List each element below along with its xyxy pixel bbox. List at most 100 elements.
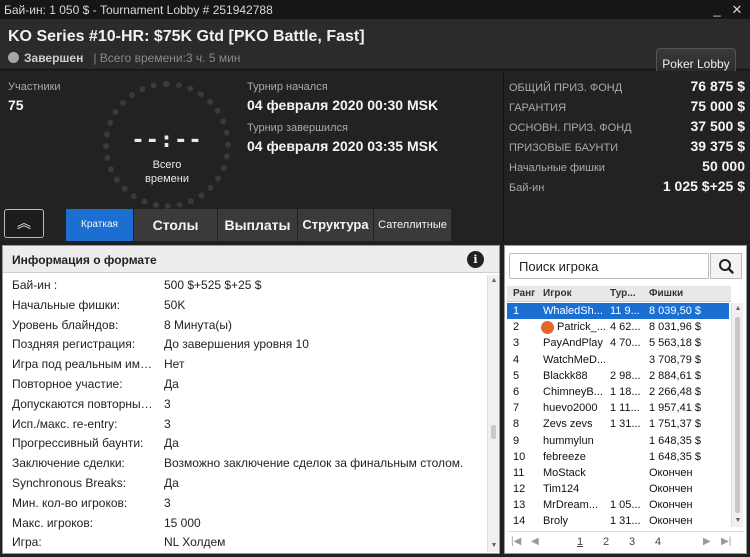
close-button[interactable]: ✕ bbox=[727, 0, 747, 20]
player-rank: 3 bbox=[513, 337, 520, 350]
format-row: Игра под реальным имен... Нет bbox=[3, 354, 487, 374]
clock-label-line2: времени bbox=[145, 173, 189, 185]
format-label: Поздняя регистрация: bbox=[12, 337, 136, 352]
tab-structure[interactable]: Структура bbox=[298, 209, 374, 241]
format-label: Исп./макс. re-entry: bbox=[12, 416, 118, 431]
format-value: 3 bbox=[164, 495, 171, 510]
page-3[interactable]: 3 bbox=[629, 536, 635, 548]
format-label: Мин. кол-во игроков: bbox=[12, 495, 128, 510]
players-table-header: Ранг Игрок Тур... Фишки bbox=[507, 286, 731, 302]
player-tour: 1 11... bbox=[610, 402, 640, 415]
info-icon[interactable]: i bbox=[467, 251, 484, 268]
player-row[interactable]: 10 febreeze 1 648,35 $ bbox=[507, 449, 729, 465]
player-row[interactable]: 2 Patrick_... 4 62... 8 031,96 $ bbox=[507, 319, 729, 335]
format-label: Игра: bbox=[12, 535, 42, 550]
player-row[interactable]: 7 huevo2000 1 11... 1 957,41 $ bbox=[507, 400, 729, 416]
prize-row: ОСНОВН. ПРИЗ. ФОНД 37 500 $ bbox=[509, 118, 745, 138]
player-name: WhaledSh... bbox=[543, 305, 603, 317]
format-value: Возможно заключение сделок за финальным … bbox=[164, 456, 464, 471]
player-rank: 11 bbox=[513, 466, 525, 479]
page-1[interactable]: 1 bbox=[577, 536, 583, 548]
player-row[interactable]: 11 MoStack Окончен bbox=[507, 465, 729, 481]
tournament-lobby-window: Бай-ин: 1 050 $ - Tournament Lobby # 251… bbox=[0, 0, 750, 557]
format-label: Допускаются повторные ... bbox=[12, 396, 158, 411]
player-row[interactable]: 12 Tim124 Окончен bbox=[507, 481, 729, 497]
prize-value: 1 025 $+25 $ bbox=[662, 178, 745, 194]
collapse-button[interactable]: ︽ bbox=[4, 209, 44, 238]
prize-row: Бай-ин 1 025 $+25 $ bbox=[509, 178, 745, 198]
col-chips[interactable]: Фишки bbox=[649, 288, 683, 299]
col-rank[interactable]: Ранг bbox=[513, 288, 535, 299]
player-row[interactable]: 13 MrDream... 1 05... Окончен bbox=[507, 497, 729, 513]
player-rank: 12 bbox=[513, 483, 526, 496]
scroll-thumb[interactable] bbox=[491, 425, 496, 439]
player-row[interactable]: 4 WatchMeD... 3 708,79 $ bbox=[507, 352, 729, 368]
scroll-down-icon[interactable]: ▼ bbox=[732, 515, 744, 527]
format-label: Начальные фишки: bbox=[12, 297, 121, 312]
scroll-up-icon[interactable]: ▲ bbox=[732, 303, 744, 315]
format-value: NL Холдем bbox=[164, 535, 226, 550]
player-row[interactable]: 3 PayAndPlay 4 70... 5 563,18 $ bbox=[507, 335, 729, 351]
tab-payouts[interactable]: Выплаты bbox=[218, 209, 298, 241]
status-dot-icon bbox=[8, 52, 19, 63]
scroll-down-icon[interactable]: ▼ bbox=[488, 540, 500, 552]
player-row[interactable]: 5 Blackk88 2 98... 2 884,61 $ bbox=[507, 368, 729, 384]
prize-row: Начальные фишки 50 000 bbox=[509, 158, 745, 178]
col-player[interactable]: Игрок bbox=[543, 288, 572, 299]
format-label: Макс. игроков: bbox=[12, 515, 94, 530]
page-4[interactable]: 4 bbox=[655, 536, 661, 548]
prize-value: 37 500 $ bbox=[690, 118, 746, 134]
player-search bbox=[509, 253, 709, 279]
player-row[interactable]: 6 ChimneyB... 1 18... 2 266,48 $ bbox=[507, 384, 729, 400]
player-chips: 8 039,50 $ bbox=[649, 305, 701, 317]
tab-tables[interactable]: Столы bbox=[134, 209, 218, 241]
format-scrollbar[interactable]: ▲ ▼ bbox=[487, 275, 499, 552]
prize-label: Начальные фишки bbox=[509, 162, 605, 174]
format-value: Да bbox=[164, 436, 179, 451]
prize-label: ОСНОВН. ПРИЗ. ФОНД bbox=[509, 122, 632, 134]
scroll-up-icon[interactable]: ▲ bbox=[488, 275, 500, 287]
col-tour[interactable]: Тур... bbox=[610, 288, 636, 299]
first-page-icon[interactable]: |◀ bbox=[511, 536, 521, 547]
format-value: 50K bbox=[164, 297, 186, 312]
prize-label: ГАРАНТИЯ bbox=[509, 102, 567, 114]
prize-row: ГАРАНТИЯ 75 000 $ bbox=[509, 98, 745, 118]
scroll-thumb[interactable] bbox=[735, 317, 740, 513]
prev-page-icon[interactable]: ◀ bbox=[531, 536, 539, 547]
player-rank: 8 bbox=[513, 418, 520, 431]
player-search-input[interactable] bbox=[510, 254, 708, 278]
page-2[interactable]: 2 bbox=[603, 536, 609, 548]
format-panel-title: Информация о формате bbox=[12, 253, 157, 267]
player-row[interactable]: 14 Broly 1 31... Окончен bbox=[507, 513, 729, 527]
tab-satellites[interactable]: Сателлитные bbox=[374, 209, 452, 241]
player-row[interactable]: 9 hummylun 1 648,35 $ bbox=[507, 433, 729, 449]
search-button[interactable] bbox=[710, 253, 742, 279]
format-value: 8 Минута(ы) bbox=[164, 317, 232, 332]
player-chips: 1 751,37 $ bbox=[649, 418, 701, 431]
player-name: Zevs zevs bbox=[543, 418, 593, 431]
player-chips: 2 266,48 $ bbox=[649, 385, 701, 398]
player-chips: 2 884,61 $ bbox=[649, 369, 701, 382]
player-name: WatchMeD... bbox=[543, 353, 605, 366]
player-tour: 4 70... bbox=[610, 337, 640, 350]
players-panel: Ранг Игрок Тур... Фишки 1 WhaledSh... 11 9… bbox=[504, 245, 747, 554]
window-title: Бай-ин: 1 050 $ - Tournament Lobby # 251… bbox=[4, 3, 273, 17]
format-value: 3 bbox=[164, 416, 171, 431]
player-row[interactable]: 8 Zevs zevs 1 31... 1 751,37 $ bbox=[507, 416, 729, 432]
format-label: Уровень блайндов: bbox=[12, 317, 119, 332]
players-table: 1 WhaledSh... 11 9... 8 039,50 $ 2 Patrick_.… bbox=[507, 303, 729, 527]
player-row[interactable]: 1 WhaledSh... 11 9... 8 039,50 $ bbox=[507, 303, 729, 320]
tab-summary[interactable]: Краткая сводка bbox=[66, 209, 134, 262]
minimize-button[interactable]: _ bbox=[707, 0, 727, 20]
prize-label: ОБЩИЙ ПРИЗ. ФОНД bbox=[509, 82, 623, 94]
last-page-icon[interactable]: ▶| bbox=[721, 536, 731, 547]
format-label: Прогрессивный баунти: bbox=[12, 436, 144, 451]
format-row: Исп./макс. re-entry: 3 bbox=[3, 414, 487, 434]
player-name: Tim124 bbox=[543, 483, 580, 496]
players-scrollbar[interactable]: ▲ ▼ bbox=[731, 303, 743, 527]
player-tour: 11 9... bbox=[610, 305, 640, 317]
format-panel-header: Информация о формате i bbox=[3, 246, 499, 273]
format-value: Да bbox=[164, 376, 179, 391]
player-chips: 1 648,35 $ bbox=[649, 450, 701, 463]
next-page-icon[interactable]: ▶ bbox=[703, 536, 711, 547]
